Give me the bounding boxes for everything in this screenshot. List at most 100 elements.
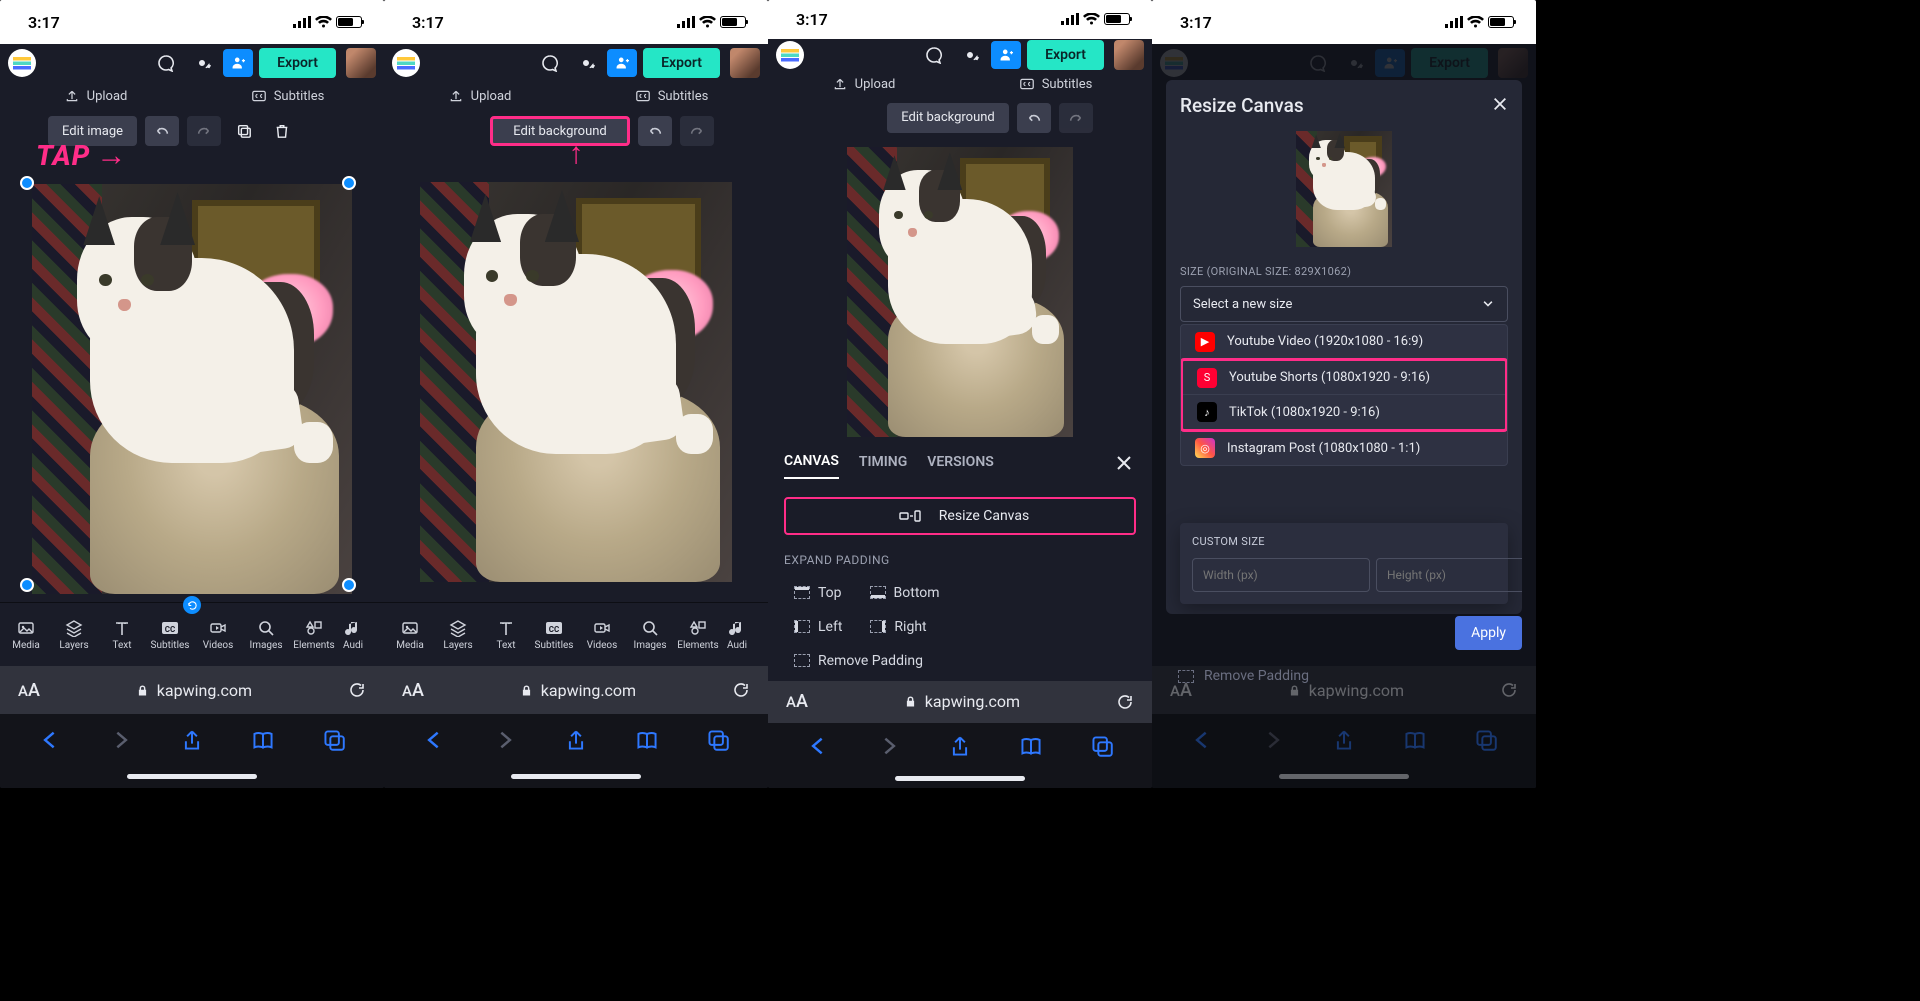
rotate-handle[interactable] <box>183 596 201 614</box>
pad-right-button[interactable]: Right <box>860 611 936 643</box>
undo-button[interactable] <box>638 116 672 146</box>
redo-button[interactable] <box>680 116 714 146</box>
remove-padding-button[interactable]: Remove Padding <box>784 645 933 677</box>
home-indicator[interactable] <box>768 772 1152 788</box>
safari-url-bar[interactable]: AA kapwing.com <box>768 681 1152 723</box>
export-button[interactable]: Export <box>259 48 336 78</box>
resize-handle-br[interactable] <box>342 578 356 592</box>
back-button[interactable] <box>423 729 445 755</box>
forward-button[interactable] <box>494 729 516 755</box>
kapwing-logo-icon[interactable] <box>776 41 804 69</box>
tool-audio[interactable]: Audi <box>722 619 752 651</box>
tool-audio[interactable]: Audi <box>338 619 368 651</box>
add-person-button[interactable] <box>607 49 637 77</box>
user-avatar[interactable] <box>730 48 760 78</box>
apply-button[interactable]: Apply <box>1455 616 1522 650</box>
share-button[interactable] <box>949 735 971 761</box>
export-button[interactable]: Export <box>1027 40 1104 70</box>
upload-button[interactable]: Upload <box>768 77 960 92</box>
option-tiktok[interactable]: ♪ TikTok (1080x1920 - 9:16) <box>1183 395 1505 429</box>
share-button[interactable] <box>181 729 203 755</box>
user-avatar[interactable] <box>1114 40 1144 70</box>
edit-background-button[interactable]: Edit background <box>490 116 630 146</box>
tabs-button[interactable] <box>323 729 345 755</box>
add-person-button[interactable] <box>991 41 1021 69</box>
tool-elements[interactable]: Elements <box>290 619 338 651</box>
user-avatar[interactable] <box>346 48 376 78</box>
resize-handle-tl[interactable] <box>20 176 34 190</box>
safari-url-bar[interactable]: AA kapwing.com <box>384 666 768 714</box>
tool-videos[interactable]: Videos <box>578 619 626 651</box>
back-button[interactable] <box>39 729 61 755</box>
back-button[interactable] <box>807 735 829 761</box>
tool-videos[interactable]: Videos <box>194 619 242 651</box>
add-person-button[interactable] <box>223 49 253 77</box>
tool-layers[interactable]: Layers <box>50 619 98 651</box>
tool-text[interactable]: Text <box>98 619 146 651</box>
home-indicator[interactable] <box>0 770 384 788</box>
copy-button[interactable] <box>229 116 259 146</box>
gear-icon[interactable] <box>187 49 217 77</box>
option-youtube-shorts[interactable]: S Youtube Shorts (1080x1920 - 9:16) <box>1183 361 1505 395</box>
tool-subtitles[interactable]: Subtitles <box>530 619 578 651</box>
reload-icon[interactable] <box>348 681 366 699</box>
kapwing-logo-icon[interactable] <box>8 49 36 77</box>
reload-icon[interactable] <box>1116 693 1134 711</box>
close-sheet-button[interactable] <box>1112 451 1136 475</box>
width-input[interactable] <box>1192 558 1370 592</box>
bookmarks-button[interactable] <box>636 729 658 755</box>
tabs-button[interactable] <box>1091 735 1113 761</box>
export-button[interactable]: Export <box>643 48 720 78</box>
close-modal-button[interactable] <box>1492 94 1508 117</box>
bookmarks-button[interactable] <box>1020 735 1042 761</box>
option-youtube[interactable]: ▶ Youtube Video (1920x1080 - 16:9) <box>1181 325 1507 359</box>
canvas-area[interactable] <box>768 141 1152 441</box>
redo-button[interactable] <box>1059 103 1093 133</box>
tab-timing[interactable]: TIMING <box>859 454 907 478</box>
home-indicator[interactable] <box>384 770 768 788</box>
tool-subtitles[interactable]: Subtitles <box>146 619 194 651</box>
subtitles-button[interactable]: Subtitles <box>576 89 768 104</box>
pad-top-button[interactable]: Top <box>784 577 852 609</box>
gear-icon[interactable] <box>955 41 985 69</box>
tab-versions[interactable]: VERSIONS <box>927 454 994 478</box>
kapwing-logo-icon[interactable] <box>392 49 420 77</box>
tool-text[interactable]: Text <box>482 619 530 651</box>
safari-url-bar[interactable]: AA kapwing.com <box>0 666 384 714</box>
bookmarks-button[interactable] <box>252 729 274 755</box>
tab-canvas[interactable]: CANVAS <box>784 453 839 479</box>
resize-canvas-button[interactable]: Resize Canvas <box>784 497 1136 535</box>
resize-handle-bl[interactable] <box>20 578 34 592</box>
gear-icon[interactable] <box>571 49 601 77</box>
option-instagram-post[interactable]: ◎ Instagram Post (1080x1080 - 1:1) <box>1181 431 1507 465</box>
pad-left-button[interactable]: Left <box>784 611 852 643</box>
tool-media[interactable]: Media <box>386 619 434 651</box>
forward-button[interactable] <box>878 735 900 761</box>
pad-bottom-button[interactable]: Bottom <box>860 577 950 609</box>
reload-icon[interactable] <box>732 681 750 699</box>
upload-button[interactable]: Upload <box>0 89 192 104</box>
resize-handle-tr[interactable] <box>342 176 356 190</box>
text-size-icon[interactable]: AA <box>18 680 40 701</box>
size-select[interactable]: Select a new size <box>1180 286 1508 322</box>
chat-icon[interactable] <box>919 41 949 69</box>
undo-button[interactable] <box>1017 103 1051 133</box>
tool-media[interactable]: Media <box>2 619 50 651</box>
tool-images[interactable]: Images <box>626 619 674 651</box>
canvas-image[interactable] <box>847 147 1073 437</box>
canvas-area[interactable] <box>384 154 768 602</box>
tabs-button[interactable] <box>707 729 729 755</box>
text-size-icon[interactable]: AA <box>402 680 424 701</box>
subtitles-button[interactable]: Subtitles <box>960 77 1152 92</box>
forward-button[interactable] <box>110 729 132 755</box>
upload-button[interactable]: Upload <box>384 89 576 104</box>
subtitles-button[interactable]: Subtitles <box>192 89 384 104</box>
chat-icon[interactable] <box>535 49 565 77</box>
height-input[interactable] <box>1376 558 1522 592</box>
tool-elements[interactable]: Elements <box>674 619 722 651</box>
canvas-image[interactable] <box>420 182 732 582</box>
canvas-area[interactable] <box>0 154 384 602</box>
delete-button[interactable] <box>267 116 297 146</box>
text-size-icon[interactable]: AA <box>786 691 808 712</box>
tool-layers[interactable]: Layers <box>434 619 482 651</box>
